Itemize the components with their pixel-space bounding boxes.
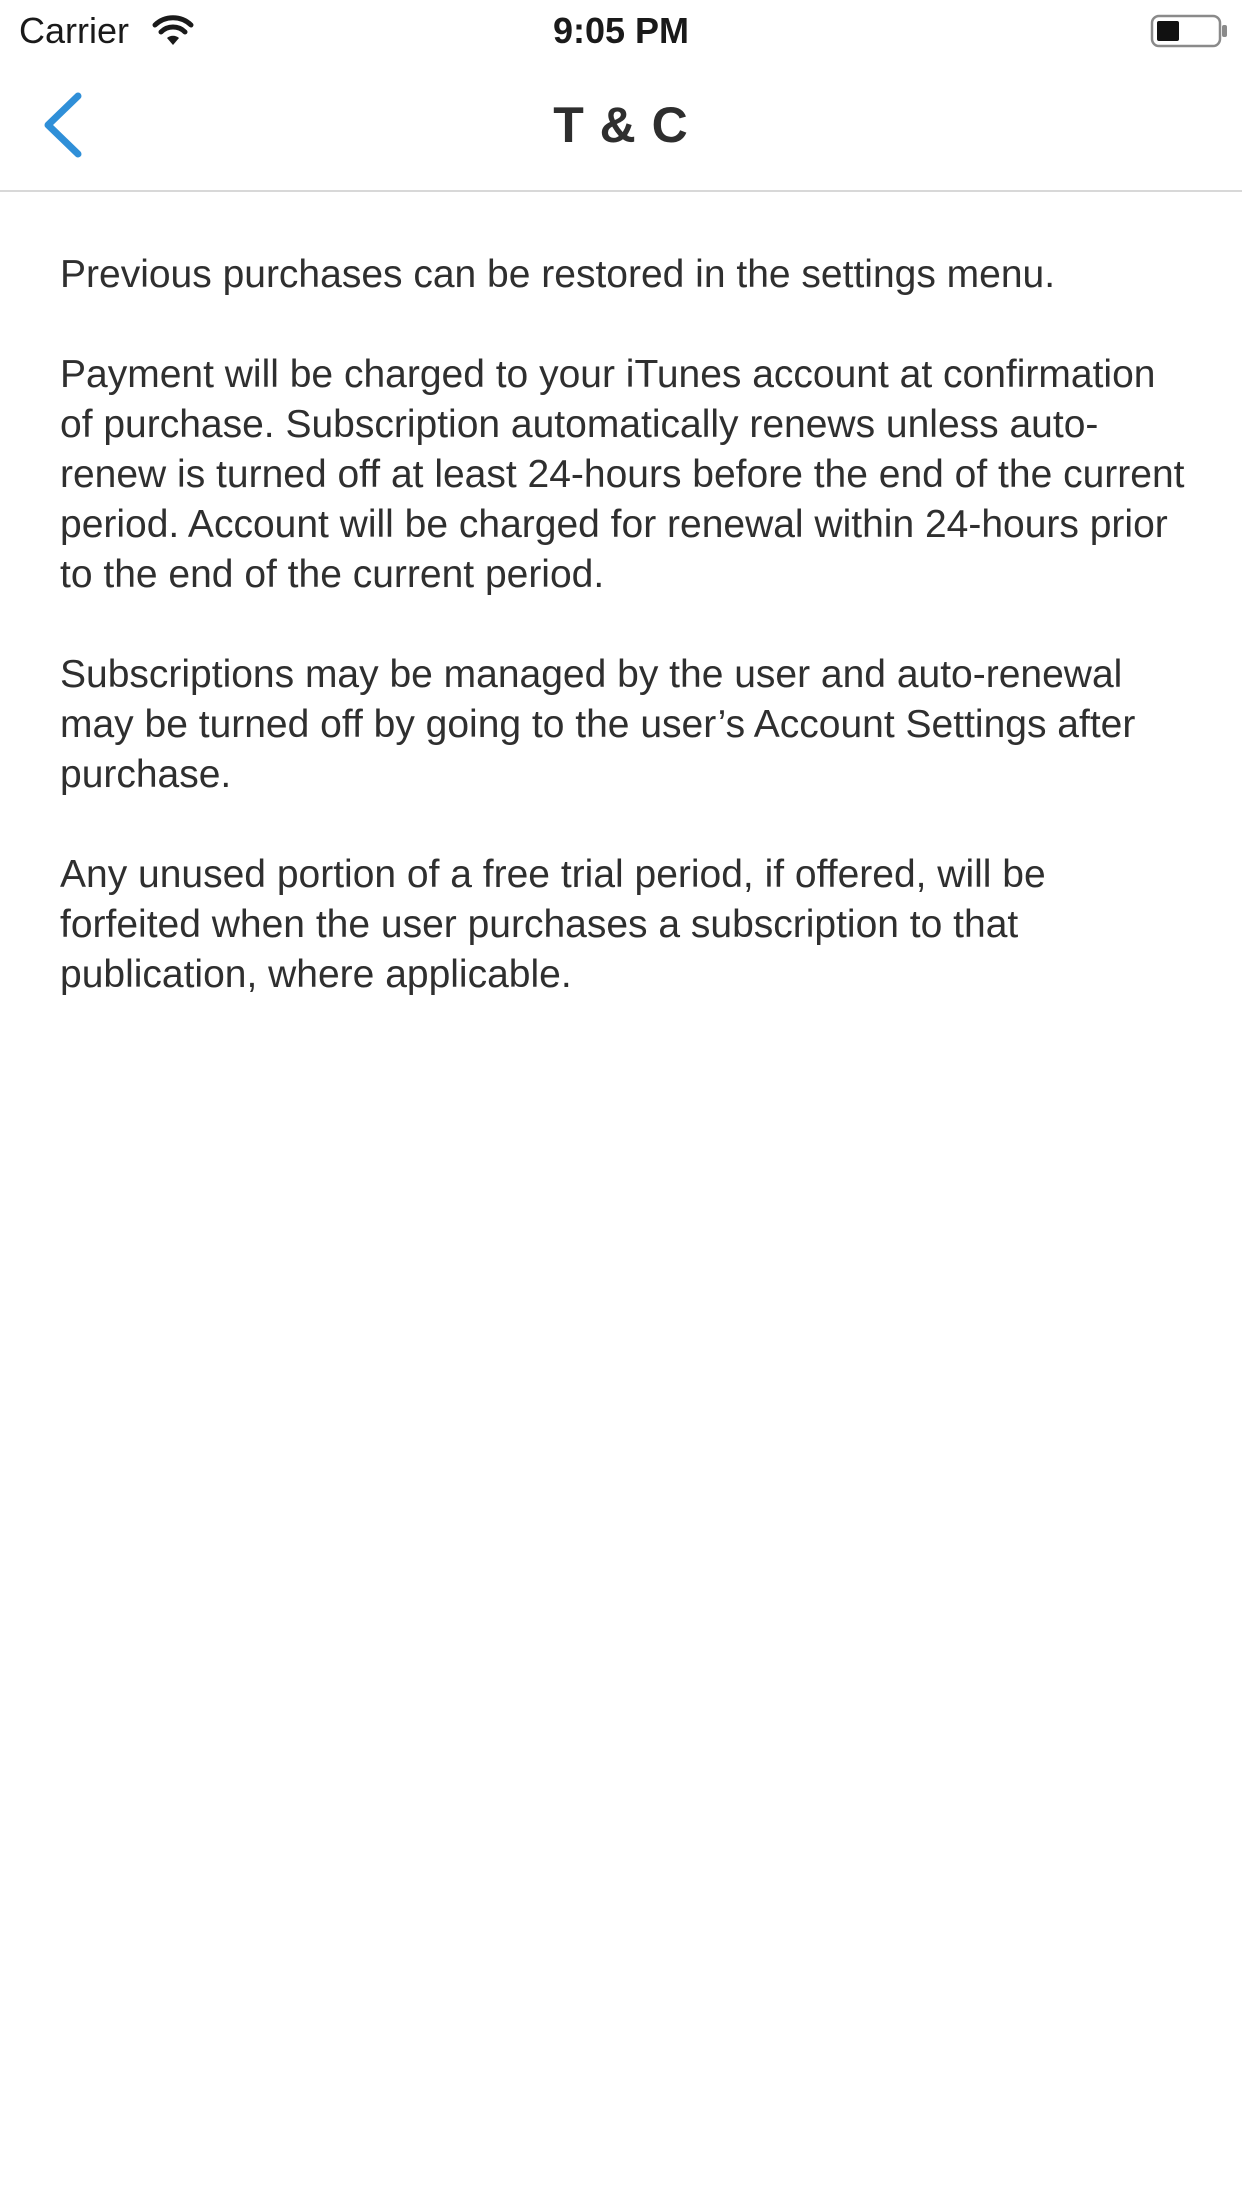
status-time: 9:05 PM [552,10,690,51]
page-title: T & C [553,97,689,153]
status-bar: Carrier 9:05 PM [0,0,1242,60]
battery-icon [1150,14,1230,48]
navigation-bar: T & C [0,60,1242,192]
terms-paragraph-manage: Subscriptions may be managed by the user… [60,653,1136,796]
terms-paragraph-trial: Any unused portion of a free trial perio… [60,853,1046,996]
terms-paragraph-payment: Payment will be charged to your iTunes a… [60,353,1185,596]
terms-content: Previous purchases can be restored in th… [60,250,1190,1050]
terms-paragraph-restore: Previous purchases can be restored in th… [60,253,1056,296]
